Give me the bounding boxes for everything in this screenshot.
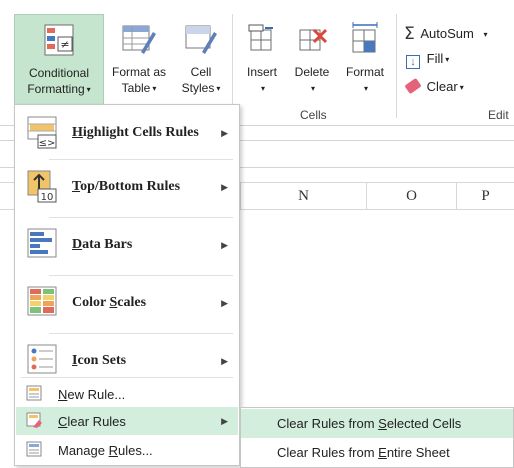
cell-styles-label-2: Styles [181, 81, 215, 95]
clear-rules-icon [25, 411, 43, 432]
submenu-arrow-icon: ▶ [221, 355, 228, 366]
menu-item-color-scales[interactable]: Color Scales ▶ [16, 279, 238, 327]
cell-styles-button[interactable]: Cell Styles ▾ [174, 14, 228, 106]
group-separator [396, 14, 397, 118]
new-rule-label: New Rule... [58, 386, 126, 402]
conditional-formatting-button[interactable]: ≠ Conditional Formatting ▾ [14, 14, 104, 106]
color-scales-label: Color Scales [72, 295, 147, 310]
top-bottom-icon: 10 [26, 169, 60, 206]
dropdown-caret-icon: ▾ [483, 30, 488, 39]
delete-label: Delete [294, 65, 330, 79]
eraser-icon [404, 77, 422, 95]
insert-cells-icon [247, 22, 277, 60]
dropdown-caret-icon: ▾ [86, 85, 91, 94]
clear-rules-label: Clear Rules [58, 413, 126, 429]
insert-label: Insert [246, 65, 277, 79]
format-as-table-label-2: Table [121, 81, 151, 95]
cells-group-label: Cells [300, 108, 327, 122]
fill-button[interactable]: ↓ Fill ▾ [406, 51, 449, 69]
format-label: Format [345, 65, 384, 79]
dropdown-caret-icon: ▾ [363, 84, 368, 93]
format-as-table-label-1: Format as [111, 65, 166, 79]
submenu-item-clear-entire-sheet[interactable]: Clear Rules from Entire Sheet [241, 438, 513, 467]
format-as-table-button[interactable]: Format as Table ▾ [104, 14, 174, 106]
dropdown-caret-icon: ▾ [459, 83, 464, 92]
submenu-arrow-icon: ▶ [221, 415, 228, 426]
delete-cells-icon [296, 22, 328, 60]
clear-button[interactable]: Clear ▾ [404, 77, 464, 95]
fill-label: Fill [426, 51, 444, 66]
clear-rules-submenu: Clear Rules from Selected Cells Clear Ru… [240, 407, 514, 468]
highlight-cells-icon: ≤> [26, 115, 60, 152]
conditional-formatting-label-2: Formatting [27, 82, 85, 96]
dropdown-caret-icon: ▾ [152, 84, 157, 93]
dropdown-caret-icon: ▾ [260, 84, 265, 93]
icon-sets-label: Icon Sets [72, 353, 127, 368]
menu-separator [21, 377, 233, 378]
autosum-button[interactable]: Σ AutoSum ▾ [404, 24, 488, 44]
submenu-arrow-icon: ▶ [221, 239, 228, 250]
color-scales-icon [26, 285, 60, 322]
menu-item-new-rule[interactable]: New Rule... [16, 381, 238, 407]
menu-separator [49, 217, 233, 218]
clear-label: Clear [426, 79, 458, 94]
fill-icon: ↓ [406, 55, 420, 69]
editing-group-label: Edit [488, 108, 509, 122]
data-bars-icon [26, 227, 60, 264]
dropdown-caret-icon: ▾ [216, 84, 221, 93]
cell-styles-label-1: Cell [190, 65, 212, 79]
autosum-icon: Σ [404, 24, 415, 44]
submenu-arrow-icon: ▶ [221, 297, 228, 308]
column-header-o[interactable]: O [366, 183, 456, 209]
top-bottom-rules-label: Top/Bottom Rules [72, 179, 181, 194]
column-header-n[interactable]: N [240, 183, 366, 209]
manage-rules-icon [25, 440, 43, 461]
delete-button[interactable]: Delete ▾ [288, 14, 336, 106]
conditional-formatting-icon: ≠ [42, 23, 76, 61]
submenu-arrow-icon: ▶ [221, 127, 228, 138]
conditional-formatting-menu: ≤> Highlight Cells Rules ▶ 10 Top/Bottom… [14, 104, 240, 466]
menu-item-top-bottom-rules[interactable]: 10 Top/Bottom Rules ▶ [16, 163, 238, 211]
svg-text:≠: ≠ [60, 38, 69, 51]
cell-styles-icon [184, 22, 218, 60]
conditional-formatting-label-1: Conditional [28, 66, 90, 80]
format-button[interactable]: Format ▾ [338, 14, 392, 106]
menu-item-data-bars[interactable]: Data Bars ▶ [16, 221, 238, 269]
submenu-item-clear-selected-cells[interactable]: Clear Rules from Selected Cells [241, 409, 513, 438]
menu-item-highlight-cells-rules[interactable]: ≤> Highlight Cells Rules ▶ [16, 111, 238, 155]
format-as-table-icon [121, 22, 157, 60]
format-cells-icon [349, 22, 381, 60]
menu-item-clear-rules[interactable]: Clear Rules ▶ [16, 407, 238, 435]
new-rule-icon [25, 384, 43, 405]
autosum-label: AutoSum [420, 26, 474, 41]
submenu-arrow-icon: ▶ [221, 181, 228, 192]
group-separator [232, 14, 233, 118]
manage-rules-label: Manage Rules... [58, 442, 153, 458]
dropdown-caret-icon: ▾ [445, 55, 450, 64]
column-header-p[interactable]: P [456, 183, 514, 209]
svg-text:10: 10 [41, 192, 54, 203]
insert-button[interactable]: Insert ▾ [238, 14, 286, 106]
menu-separator [49, 159, 233, 160]
menu-item-manage-rules[interactable]: Manage Rules... [16, 437, 238, 463]
data-bars-label: Data Bars [72, 237, 133, 252]
icon-sets-icon [26, 343, 60, 380]
menu-separator [49, 333, 233, 334]
dropdown-caret-icon: ▾ [310, 84, 315, 93]
menu-separator [49, 275, 233, 276]
svg-text:≤>: ≤> [39, 138, 56, 149]
highlight-cells-rules-label: Highlight Cells Rules [72, 125, 199, 140]
